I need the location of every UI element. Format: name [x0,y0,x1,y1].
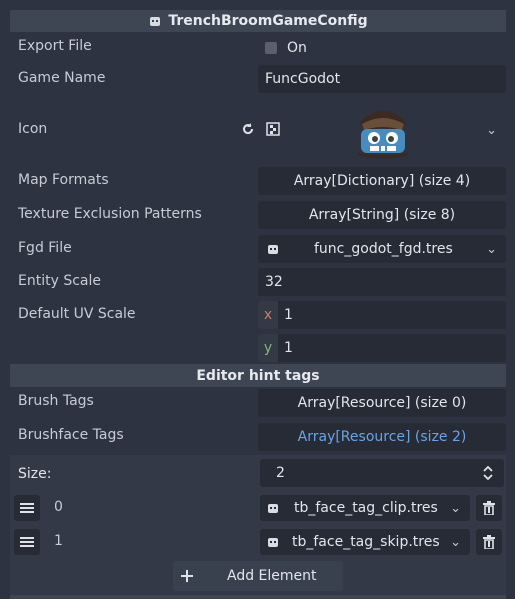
fgd-file-value: func_godot_fgd.tres [314,241,453,257]
y-axis-tag: y [258,334,278,362]
drag-handle-icon[interactable] [14,495,40,521]
trash-icon[interactable] [476,529,502,555]
size-label: Size: [18,466,52,482]
chevron-down-icon[interactable]: ⌄ [450,501,461,516]
brush-tags-value: Array[Resource] (size 0) [297,395,467,411]
chevron-down-icon[interactable]: ⌄ [486,123,497,138]
chevron-down-icon[interactable]: ⌄ [486,242,497,257]
game-name-input[interactable]: FuncGodot [258,65,506,93]
revert-icon[interactable] [240,121,256,141]
entity-scale-label: Entity Scale [18,273,101,289]
checkbox-box[interactable] [265,42,277,54]
resource-icon [268,538,278,547]
size-value: 2 [276,465,285,481]
plus-icon [181,570,193,582]
add-element-button[interactable]: Add Element [173,561,343,591]
add-element-label: Add Element [227,568,317,584]
map-formats-label: Map Formats [18,172,109,188]
export-file-label: Export File [18,38,92,54]
resource-icon [268,504,278,513]
icon-picker[interactable]: ⌄ [288,98,506,162]
item-index: 1 [54,533,63,549]
map-formats-button[interactable]: Array[Dictionary] (size 4) [258,167,506,195]
drag-handle-icon[interactable] [14,529,40,555]
fgd-file-label: Fgd File [18,240,72,256]
brush-tags-label: Brush Tags [18,393,94,409]
uv-scale-x-value: 1 [284,307,293,323]
brushface-tags-label: Brushface Tags [18,427,124,443]
trash-icon[interactable] [476,495,502,521]
item-resource-picker[interactable]: tb_face_tag_skip.tres ⌄ [260,529,470,555]
brushface-tags-value: Array[Resource] (size 2) [297,429,467,445]
entity-scale-input[interactable]: 32 [258,268,506,296]
resource-title: TrenchBroomGameConfig [168,13,368,29]
export-file-checkbox[interactable]: On [258,36,506,60]
default-uv-scale-label: Default UV Scale [18,306,136,322]
uv-scale-y-input[interactable]: y 1 [258,334,506,362]
entity-scale-value: 32 [265,274,283,290]
game-name-value: FuncGodot [265,71,341,87]
brush-tags-button[interactable]: Array[Resource] (size 0) [258,389,506,417]
texture-exclusion-label: Texture Exclusion Patterns [18,206,202,222]
x-axis-tag: x [258,301,278,329]
resource-header: TrenchBroomGameConfig [10,10,506,32]
texture-exclusion-value: Array[String] (size 8) [308,207,456,223]
uv-scale-x-input[interactable]: x 1 [258,301,506,329]
chevron-down-icon[interactable]: ⌄ [450,535,461,550]
checker-icon[interactable] [266,122,280,140]
item-value: tb_face_tag_skip.tres [292,534,440,550]
fgd-file-picker[interactable]: func_godot_fgd.tres ⌄ [258,235,506,263]
spinner-icon[interactable] [482,466,494,480]
export-file-value: On [287,40,307,56]
item-resource-picker[interactable]: tb_face_tag_clip.tres ⌄ [260,495,470,521]
uv-scale-y-value: 1 [284,340,293,356]
godot-logo [357,111,409,159]
map-formats-value: Array[Dictionary] (size 4) [293,173,471,189]
icon-label: Icon [18,121,48,137]
editor-hint-tags-title: Editor hint tags [196,367,320,384]
item-value: tb_face_tag_clip.tres [294,500,438,516]
bottom-divider [10,595,506,599]
texture-exclusion-button[interactable]: Array[String] (size 8) [258,201,506,229]
game-name-label: Game Name [18,70,106,86]
editor-hint-tags-header[interactable]: Editor hint tags [10,364,506,387]
resource-icon [150,17,161,26]
brushface-tags-button[interactable]: Array[Resource] (size 2) [258,423,506,451]
resource-icon [268,245,278,254]
size-spinbox[interactable]: 2 [260,459,504,487]
item-index: 0 [54,499,63,515]
